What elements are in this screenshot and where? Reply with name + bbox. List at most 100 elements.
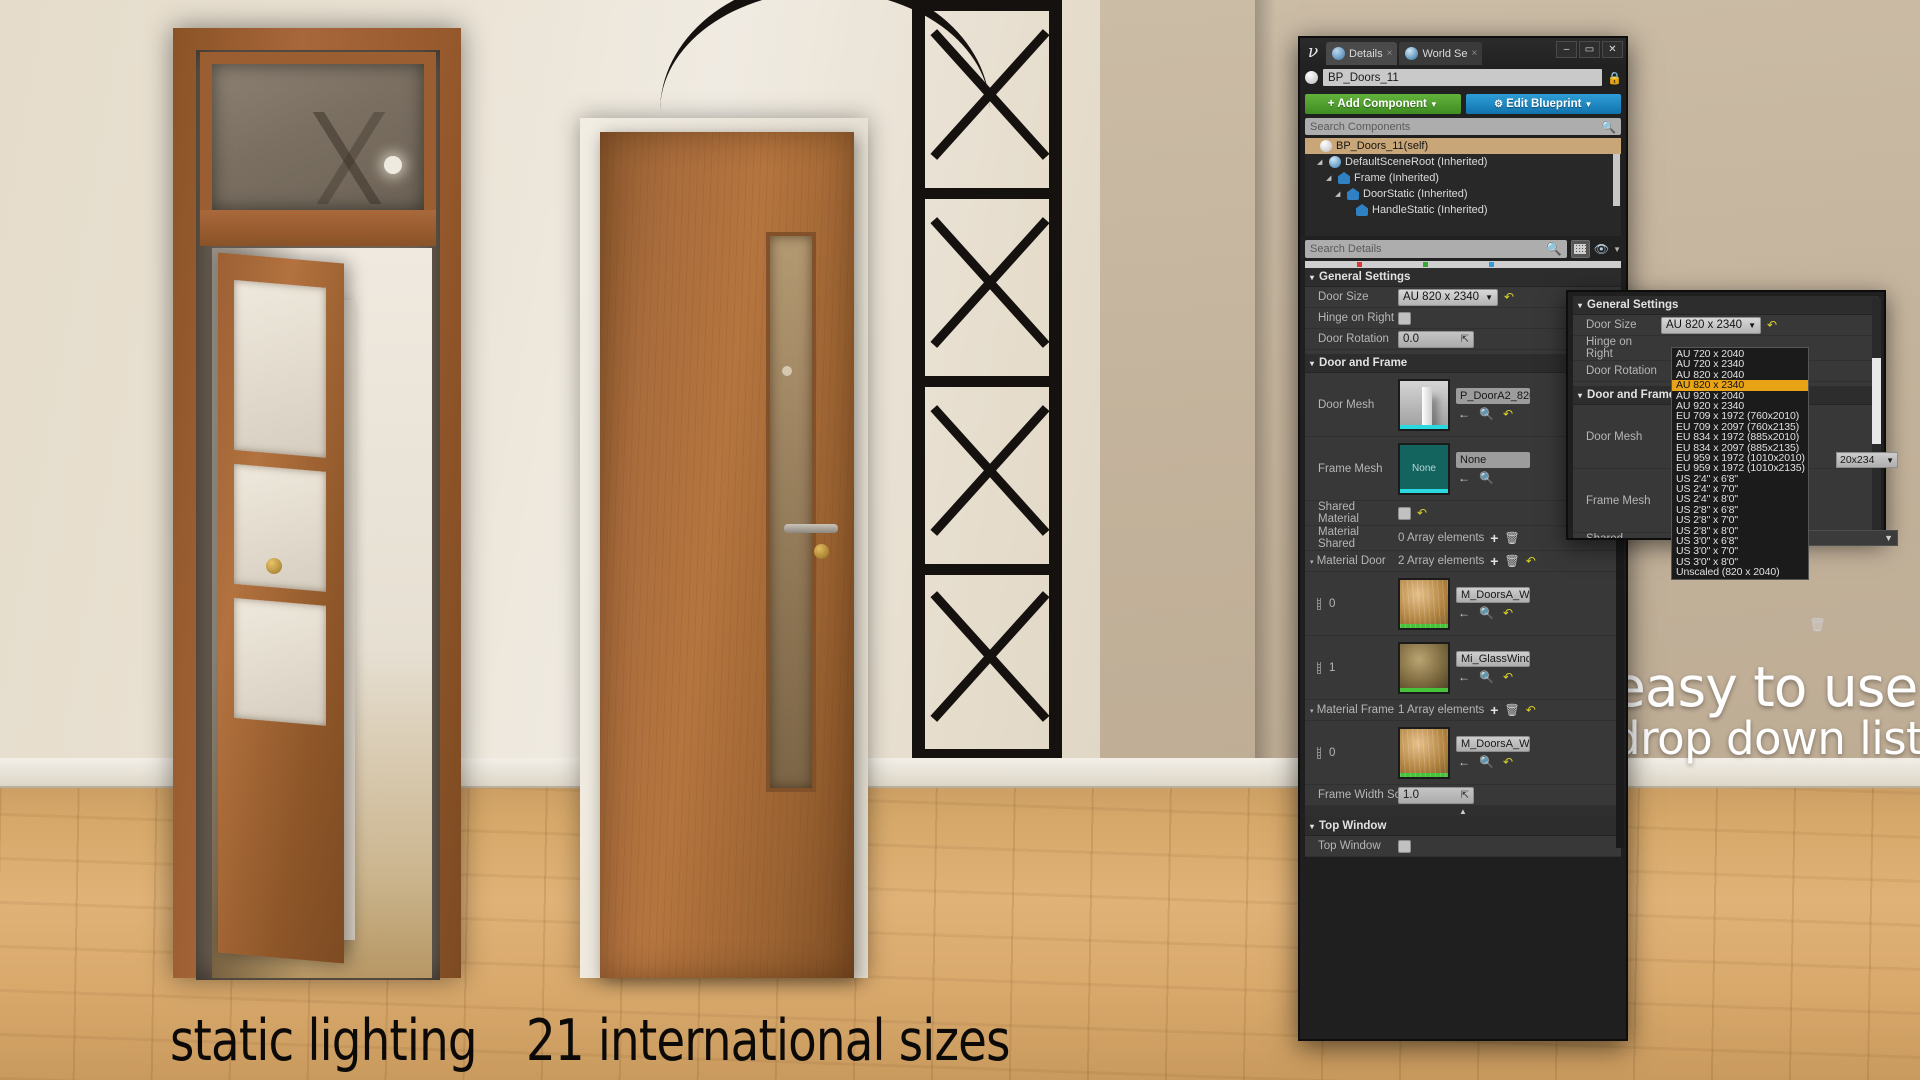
drag-handle-icon[interactable]: ⇱ xyxy=(1461,790,1469,801)
chevron-down-icon: ▼ xyxy=(1748,320,1757,330)
section-general-settings[interactable]: ▾ General Settings xyxy=(1305,268,1621,287)
shared-material-checkbox[interactable] xyxy=(1398,506,1411,520)
search-components-input[interactable]: Search Components 🔍 xyxy=(1305,118,1621,135)
reset-icon[interactable]: ↶ xyxy=(1503,755,1513,769)
material-door-count: 2 Array elements xyxy=(1398,555,1485,567)
tree-row-4[interactable]: HandleStatic (Inherited) xyxy=(1305,202,1621,218)
tab-world-settings-close-icon[interactable]: × xyxy=(1472,48,1478,59)
tree-row-0[interactable]: BP_Doors_11(self) xyxy=(1305,138,1621,154)
use-selected-asset-icon[interactable]: ← xyxy=(1458,606,1470,620)
delete-array-icon[interactable]: 🗑 xyxy=(1504,703,1519,717)
minimize-button[interactable]: – xyxy=(1556,41,1577,58)
component-tree[interactable]: BP_Doors_11(self) ◢ DefaultSceneRoot (Inhe… xyxy=(1305,138,1621,236)
browse-asset-icon[interactable]: 🔍 xyxy=(1479,471,1494,485)
door-size-dropdown[interactable]: AU 820 x 2340 ▼ xyxy=(1398,288,1499,306)
search-details-input[interactable]: Search Details 🔍 xyxy=(1305,240,1567,258)
tree-row-1[interactable]: ◢ DefaultSceneRoot (Inherited) xyxy=(1305,154,1621,170)
door-mesh-thumbnail[interactable] xyxy=(1398,378,1450,431)
delete-array-icon[interactable]: 🗑 xyxy=(1504,554,1519,568)
lock-icon[interactable]: 🔒 xyxy=(1607,71,1622,85)
title-bar[interactable]: 𝜈 Details × World Se × – ▭ ✕ xyxy=(1300,38,1626,65)
drag-grip-icon[interactable] xyxy=(1317,662,1321,674)
visibility-eye-icon[interactable]: 👁 xyxy=(1594,242,1609,256)
caption-static-lighting: static lighting xyxy=(170,1008,478,1074)
door-size-dropdown-list[interactable]: AU 720 x 2040 AU 720 x 2340 AU 820 x 2040 A… xyxy=(1671,347,1809,580)
delete-array-icon[interactable]: 🗑 xyxy=(1809,617,1826,633)
hinge-checkbox[interactable] xyxy=(1398,311,1411,325)
add-component-button[interactable]: + Add Component ▼ xyxy=(1305,94,1461,114)
collapse-arrow-icon[interactable]: ▾ xyxy=(1310,559,1314,566)
mesh-icon xyxy=(1338,172,1350,184)
material-door-thumbnail-1[interactable] xyxy=(1398,641,1450,694)
drag-grip-icon[interactable] xyxy=(1317,598,1321,610)
reset-icon[interactable]: ↶ xyxy=(1503,606,1513,620)
delete-array-icon[interactable]: 🗑 xyxy=(1504,531,1519,545)
reset-icon[interactable]: ↶ xyxy=(1503,407,1513,421)
maximize-button[interactable]: ▭ xyxy=(1579,41,1600,58)
use-selected-asset-icon[interactable]: ← xyxy=(1458,407,1470,421)
tab-world-settings[interactable]: World Se × xyxy=(1399,42,1483,65)
material-door-value-1[interactable]: Mi_GlassWindo ▼ xyxy=(1456,651,1530,667)
use-selected-asset-icon[interactable]: ← xyxy=(1458,755,1470,769)
material-door-value-0[interactable]: M_DoorsA_W02 ▼ xyxy=(1456,587,1530,603)
material-frame-thumbnail-0[interactable] xyxy=(1398,726,1450,779)
reset-icon[interactable]: ↶ xyxy=(1767,318,1777,332)
mesh-icon xyxy=(1356,204,1368,216)
chevron-down-icon: ▼ xyxy=(1884,533,1893,543)
browse-asset-icon[interactable]: 🔍 xyxy=(1479,755,1494,769)
edit-blueprint-button[interactable]: ⚙ Edit Blueprint ▼ xyxy=(1465,94,1621,114)
chevron-down-icon[interactable]: ▼ xyxy=(1613,245,1621,254)
collapse-arrow-icon[interactable]: ▾ xyxy=(1310,708,1314,715)
tree-scrollbar[interactable] xyxy=(1613,154,1620,206)
reset-icon[interactable]: ↶ xyxy=(1526,554,1536,568)
mesh-icon xyxy=(1347,188,1359,200)
use-selected-asset-icon[interactable]: ← xyxy=(1458,670,1470,684)
overlay-door-size-value: AU 820 x 2340 xyxy=(1666,319,1743,331)
drag-grip-icon[interactable] xyxy=(1317,747,1321,759)
dropdown-item-21[interactable]: Unscaled (820 x 2040) xyxy=(1672,567,1808,578)
tree-expand-arrow-icon[interactable]: ◢ xyxy=(1335,190,1343,198)
collapse-section-button[interactable]: ▲ xyxy=(1305,806,1621,817)
transom-window xyxy=(200,52,436,222)
tab-details[interactable]: Details × xyxy=(1326,42,1398,65)
overlay-section-general[interactable]: ▾ General Settings xyxy=(1573,296,1879,315)
door-mesh-value[interactable]: P_DoorA2_820 xyxy=(1456,388,1530,404)
reset-icon[interactable]: ↶ xyxy=(1504,290,1514,304)
close-button[interactable]: ✕ xyxy=(1602,41,1623,58)
reset-icon[interactable]: ↶ xyxy=(1417,506,1427,520)
tree-row-2[interactable]: ◢ Frame (Inherited) xyxy=(1305,170,1621,186)
tree-expand-arrow-icon[interactable]: ◢ xyxy=(1317,158,1325,166)
row-material-frame: ▾ Material Frame 1 Array elements + 🗑 ↶ xyxy=(1305,700,1621,721)
tree-row-3[interactable]: ◢ DoorStatic (Inherited) xyxy=(1305,186,1621,202)
browse-asset-icon[interactable]: 🔍 xyxy=(1479,670,1494,684)
overlay-scrollbar[interactable] xyxy=(1872,298,1881,534)
tree-expand-arrow-icon[interactable]: ◢ xyxy=(1326,174,1334,182)
frame-mesh-thumbnail[interactable]: None xyxy=(1398,442,1450,495)
material-door-thumbnail-0[interactable] xyxy=(1398,577,1450,630)
reset-icon[interactable]: ↶ xyxy=(1526,703,1536,717)
tab-details-close-icon[interactable]: × xyxy=(1387,48,1393,59)
add-array-element-icon[interactable]: + xyxy=(1490,553,1498,569)
add-array-element-icon[interactable]: + xyxy=(1490,530,1498,546)
grid-view-button[interactable] xyxy=(1570,240,1590,258)
frame-width-input[interactable]: 1.0 ⇱ xyxy=(1398,786,1474,804)
material-frame-value-0[interactable]: M_DoorsA_W02 ▼ xyxy=(1456,736,1530,752)
section-top-window[interactable]: ▾ Top Window xyxy=(1305,817,1621,836)
use-selected-asset-icon[interactable]: ← xyxy=(1458,471,1470,485)
top-window-checkbox[interactable] xyxy=(1398,839,1411,853)
drag-handle-icon[interactable]: ⇱ xyxy=(1461,334,1469,345)
frame-width-value: 1.0 xyxy=(1403,789,1419,801)
browse-asset-icon[interactable]: 🔍 xyxy=(1479,606,1494,620)
dropdown-item-3[interactable]: AU 820 x 2340 xyxy=(1672,380,1808,391)
add-array-element-icon[interactable]: + xyxy=(1490,702,1498,718)
search-components-placeholder: Search Components xyxy=(1310,120,1411,133)
actor-name-field[interactable]: BP_Doors_11 xyxy=(1323,69,1602,86)
browse-asset-icon[interactable]: 🔍 xyxy=(1479,407,1494,421)
rotation-input[interactable]: 0.0 ⇱ xyxy=(1398,330,1474,348)
frame-mesh-value[interactable]: None xyxy=(1456,452,1530,468)
dropdown-item-8[interactable]: EU 834 x 1972 (885x2010) xyxy=(1672,432,1808,443)
overlay-door-size-dropdown[interactable]: AU 820 x 2340 ▼ xyxy=(1661,316,1762,334)
partial-size-dropdown[interactable]: 20x234 ▼ xyxy=(1836,452,1898,468)
reset-icon[interactable]: ↶ xyxy=(1503,670,1513,684)
chevron-down-icon: ▼ xyxy=(1584,99,1593,109)
